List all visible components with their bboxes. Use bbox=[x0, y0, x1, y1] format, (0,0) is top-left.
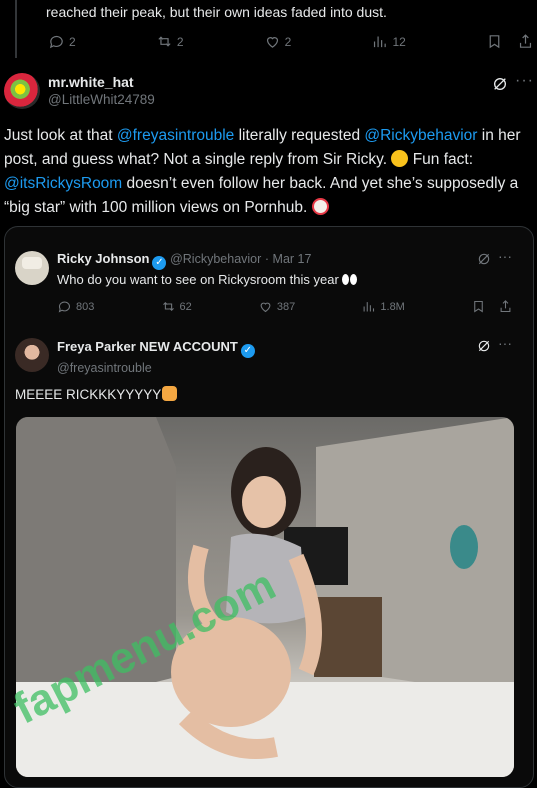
bookmark-icon[interactable] bbox=[486, 33, 503, 50]
quoted-author-handle[interactable]: @freyasintrouble bbox=[57, 361, 255, 375]
views-icon bbox=[374, 36, 387, 48]
reply-count: 803 bbox=[76, 300, 95, 313]
quoted-avatar[interactable] bbox=[15, 338, 49, 372]
avatar[interactable] bbox=[4, 73, 40, 109]
mention-link[interactable]: @freyasintrouble bbox=[117, 127, 234, 144]
views-count: 1.8M bbox=[380, 300, 405, 313]
like-count: 387 bbox=[276, 300, 296, 313]
reply-button[interactable]: 803 bbox=[57, 299, 94, 314]
reply-count: 2 bbox=[69, 34, 76, 49]
thread-line bbox=[15, 0, 17, 58]
mention-link[interactable]: @itsRickysRoom bbox=[4, 175, 122, 192]
more-options-icon[interactable]: ··· bbox=[498, 335, 512, 351]
quoted-author-name[interactable]: Freya Parker NEW ACCOUNT bbox=[57, 339, 238, 354]
views-button[interactable]: 1.8M bbox=[361, 299, 405, 314]
author-name: mr.white_hat bbox=[48, 74, 134, 90]
quoted-header: Freya Parker NEW ACCOUNT ✓ @freyasintroub… bbox=[57, 338, 255, 375]
repost-icon bbox=[162, 301, 174, 312]
repost-count: 62 bbox=[179, 300, 192, 313]
grok-icon[interactable] bbox=[477, 252, 491, 266]
repost-button[interactable]: 2 bbox=[156, 33, 184, 50]
share-icon[interactable] bbox=[498, 299, 513, 314]
repost-button[interactable]: 62 bbox=[161, 299, 192, 314]
post-text: Just look at that @freyasintrouble liter… bbox=[4, 127, 521, 216]
like-button[interactable]: 2 bbox=[264, 33, 292, 50]
views-icon bbox=[363, 302, 375, 312]
share-icon[interactable] bbox=[517, 33, 534, 50]
bookmark-icon[interactable] bbox=[471, 299, 486, 314]
mention-link[interactable]: @Rickybehavior bbox=[364, 127, 477, 144]
verified-badge-icon: ✓ bbox=[240, 344, 255, 358]
quoted-author-name[interactable]: Ricky Johnson bbox=[57, 251, 149, 266]
heart-icon bbox=[260, 302, 271, 313]
repost-icon bbox=[158, 36, 171, 47]
reply-icon bbox=[58, 301, 71, 313]
quoted-date: · Mar 17 bbox=[264, 252, 312, 266]
quoted-avatar[interactable] bbox=[15, 251, 49, 285]
heart-icon bbox=[266, 37, 278, 48]
like-button[interactable]: 387 bbox=[258, 299, 295, 314]
rofl-emoji-icon bbox=[391, 150, 409, 167]
reply-icon bbox=[49, 35, 63, 49]
like-count: 2 bbox=[284, 34, 292, 49]
author-handle: @LittleWhit24789 bbox=[48, 92, 155, 107]
repost-count: 2 bbox=[176, 34, 184, 49]
raising-hand-emoji-icon bbox=[162, 386, 178, 401]
previous-post-actions: 2 2 2 12 bbox=[48, 33, 534, 50]
previous-post-text: reached their peak, but their own ideas … bbox=[46, 4, 387, 20]
views-button[interactable]: 12 bbox=[371, 33, 406, 50]
quoted-header: Ricky Johnson ✓ @Rickybehavior · Mar 17 bbox=[57, 251, 311, 270]
reply-button[interactable]: 2 bbox=[48, 33, 76, 50]
clown-emoji-icon bbox=[311, 198, 329, 215]
verified-badge-icon: ✓ bbox=[152, 256, 167, 270]
more-options-icon[interactable]: ··· bbox=[515, 72, 534, 90]
quoted-author-handle[interactable]: @Rickybehavior bbox=[170, 252, 261, 266]
grok-icon[interactable] bbox=[477, 339, 491, 353]
quoted-post-actions: 803 62 387 1.8M bbox=[57, 299, 513, 314]
post-author[interactable]: mr.white_hat @LittleWhit24789 bbox=[48, 74, 155, 107]
views-count: 12 bbox=[392, 34, 406, 49]
quoted-text: Who do you want to see on Rickysroom thi… bbox=[57, 272, 358, 287]
eyes-emoji-icon bbox=[342, 274, 358, 285]
grok-icon[interactable] bbox=[492, 76, 508, 92]
more-options-icon[interactable]: ··· bbox=[498, 248, 512, 264]
quoted-text: MEEEE RICKKKYYYYY bbox=[15, 386, 178, 402]
